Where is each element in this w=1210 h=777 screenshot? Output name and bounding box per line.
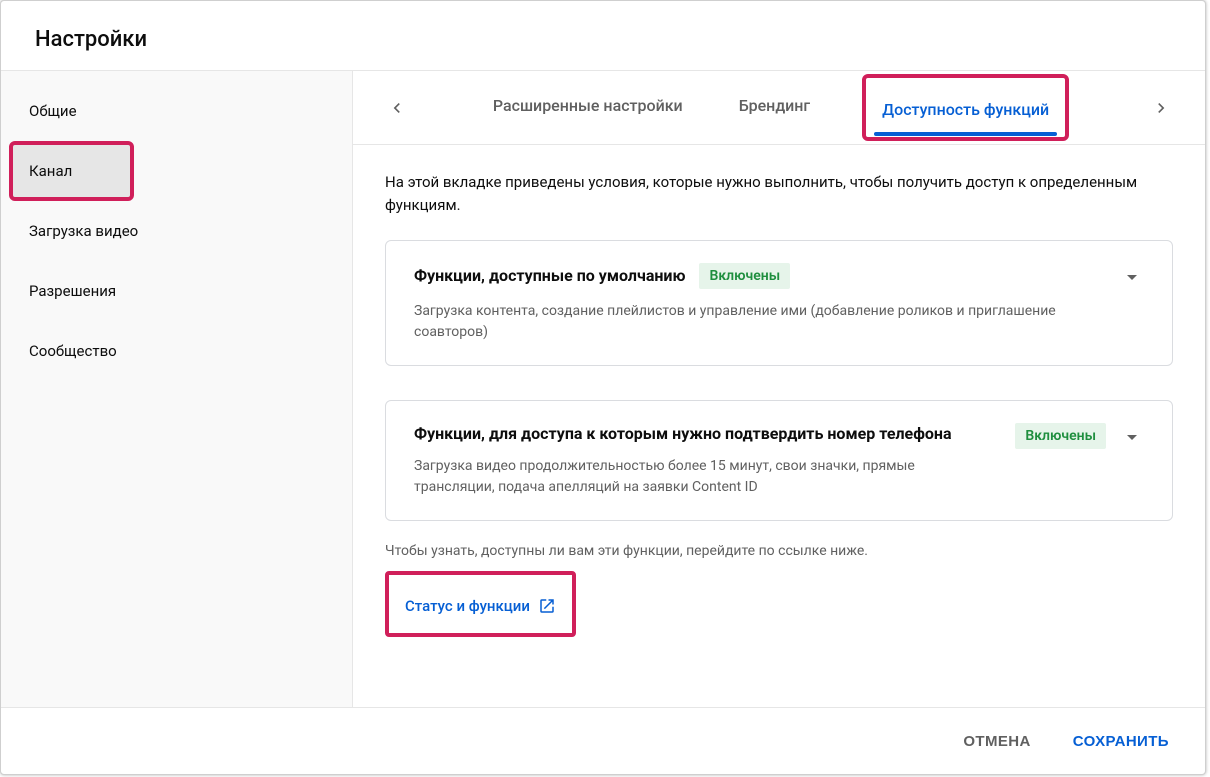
- status-badge: Включены: [1015, 423, 1106, 449]
- status-and-features-link[interactable]: Статус и функции: [405, 597, 556, 615]
- tab-branding[interactable]: Брендинг: [735, 74, 814, 141]
- sidebar-item-label: Загрузка видео: [29, 222, 138, 240]
- tab-advanced-settings[interactable]: Расширенные настройки: [489, 74, 687, 141]
- sidebar-item-label: Сообщество: [29, 342, 117, 360]
- card-title: Функции, для доступа к которым нужно под…: [414, 424, 952, 443]
- chevron-down-icon: [1120, 265, 1144, 289]
- status-badge: Включены: [699, 263, 790, 289]
- card-body: Функции, доступные по умолчанию Включены…: [414, 263, 1096, 343]
- card-title: Функции, доступные по умолчанию: [414, 265, 685, 287]
- highlight-tab-feature-eligibility: Доступность функций: [862, 74, 1069, 141]
- settings-sidebar: Общие Канал Загрузка видео Разрешения Со…: [1, 71, 353, 707]
- dialog-footer: ОТМЕНА СОХРАНИТЬ: [1, 708, 1205, 774]
- sidebar-item-label: Канал: [29, 162, 72, 180]
- tabs-scroll-left[interactable]: [377, 88, 417, 128]
- tab-feature-eligibility[interactable]: Доступность функций: [874, 82, 1057, 133]
- tab-bar: Расширенные настройки Брендинг Доступнос…: [353, 71, 1205, 145]
- feature-card-default[interactable]: Функции, доступные по умолчанию Включены…: [385, 240, 1173, 366]
- sidebar-item-general[interactable]: Общие: [1, 81, 352, 141]
- settings-dialog: Настройки Общие Канал Загрузка видео Раз…: [0, 0, 1206, 775]
- sidebar-item-upload-defaults[interactable]: Загрузка видео: [1, 201, 352, 261]
- cancel-button[interactable]: ОТМЕНА: [957, 725, 1036, 758]
- save-button[interactable]: СОХРАНИТЬ: [1067, 725, 1175, 758]
- sidebar-item-permissions[interactable]: Разрешения: [1, 261, 352, 321]
- open-in-new-icon: [538, 597, 556, 615]
- feature-card-phone-verified[interactable]: Функции, для доступа к которым нужно под…: [385, 400, 1173, 522]
- sidebar-item-label: Общие: [29, 102, 77, 120]
- card-right: Включены: [1015, 423, 1144, 449]
- chevron-left-icon: [387, 98, 407, 118]
- highlight-status-link: Статус и функции: [385, 571, 576, 637]
- card-description: Загрузка видео продолжительностью более …: [414, 456, 991, 498]
- sidebar-item-community[interactable]: Сообщество: [1, 321, 352, 381]
- expand-toggle[interactable]: [1120, 423, 1144, 449]
- chevron-right-icon: [1151, 98, 1171, 118]
- tab-content: На этой вкладке приведены условия, котор…: [353, 145, 1205, 637]
- card-description: Загрузка контента, создание плейлистов и…: [414, 301, 1096, 343]
- dialog-title: Настройки: [1, 1, 1205, 70]
- intro-text: На этой вкладке приведены условия, котор…: [385, 171, 1173, 218]
- chevron-down-icon: [1120, 425, 1144, 449]
- tabs: Расширенные настройки Брендинг Доступнос…: [417, 74, 1141, 141]
- expand-toggle[interactable]: [1120, 263, 1144, 289]
- sidebar-item-label: Разрешения: [29, 282, 116, 300]
- link-label: Статус и функции: [405, 597, 530, 615]
- main-panel: Расширенные настройки Брендинг Доступнос…: [353, 71, 1205, 707]
- tab-label: Расширенные настройки: [493, 96, 683, 115]
- footnote-text: Чтобы узнать, доступны ли вам эти функци…: [385, 543, 1173, 559]
- sidebar-item-channel[interactable]: Канал: [9, 141, 134, 201]
- tab-label: Брендинг: [739, 96, 810, 115]
- dialog-body: Общие Канал Загрузка видео Разрешения Со…: [1, 70, 1205, 708]
- tab-label: Доступность функций: [882, 100, 1049, 119]
- tabs-scroll-right[interactable]: [1141, 88, 1181, 128]
- card-body: Функции, для доступа к которым нужно под…: [414, 423, 991, 499]
